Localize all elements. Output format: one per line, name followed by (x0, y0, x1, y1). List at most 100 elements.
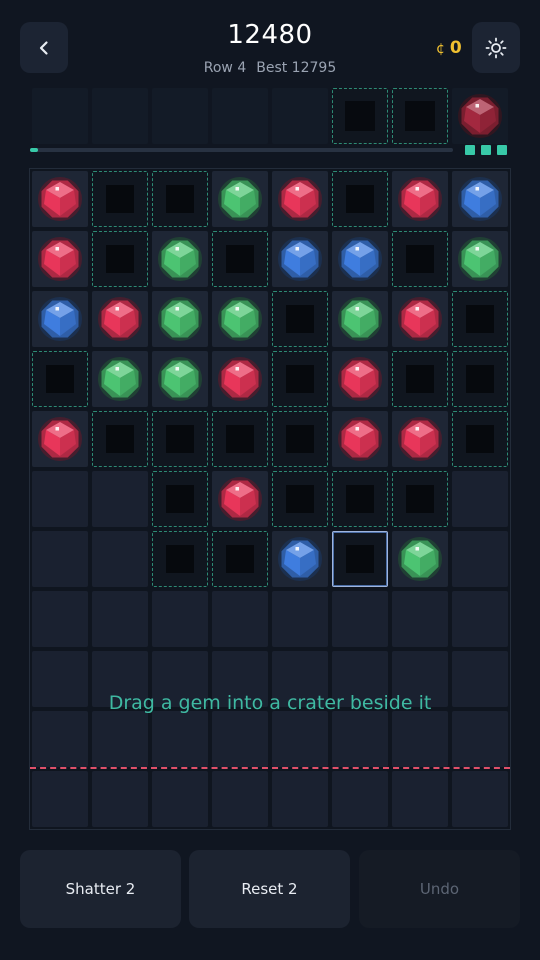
blue-gem-cell[interactable] (452, 171, 508, 227)
red-gem-cell[interactable] (32, 171, 88, 227)
green-gem-icon[interactable] (157, 236, 203, 282)
empty-cell (392, 711, 448, 767)
queue-crater-cell (332, 88, 388, 144)
red-gem-cell[interactable] (272, 171, 328, 227)
crater-cell[interactable] (452, 291, 508, 347)
red-gem-icon[interactable] (337, 356, 383, 402)
green-gem-icon[interactable] (157, 356, 203, 402)
remaining-row-dot (481, 145, 491, 155)
red-gem-icon[interactable] (397, 296, 443, 342)
green-gem-icon[interactable] (97, 356, 143, 402)
crater-cell[interactable] (272, 471, 328, 527)
settings-button[interactable] (472, 22, 520, 73)
crater-cell[interactable] (392, 351, 448, 407)
blue-gem-icon[interactable] (337, 236, 383, 282)
crater-cell[interactable] (152, 531, 208, 587)
queue-empty-cell (212, 88, 268, 144)
red-gem-cell[interactable] (392, 291, 448, 347)
red-gem-cell[interactable] (332, 411, 388, 467)
green-gem-cell[interactable] (92, 351, 148, 407)
crater-cell[interactable] (452, 411, 508, 467)
red-gem-cell[interactable] (32, 231, 88, 287)
red-gem-icon[interactable] (397, 176, 443, 222)
green-gem-icon[interactable] (217, 176, 263, 222)
blue-gem-cell[interactable] (272, 531, 328, 587)
remaining-row-dot (497, 145, 507, 155)
crater-cell[interactable] (152, 411, 208, 467)
red-gem-cell[interactable] (392, 171, 448, 227)
crater-cell[interactable] (152, 171, 208, 227)
green-gem-cell[interactable] (152, 231, 208, 287)
crater-cell[interactable] (392, 231, 448, 287)
green-gem-cell[interactable] (152, 351, 208, 407)
red-gem-icon[interactable] (337, 416, 383, 462)
crater-cell[interactable] (332, 471, 388, 527)
red-gem-icon[interactable] (217, 356, 263, 402)
coin-value: 0 (449, 38, 462, 58)
blue-gem-icon[interactable] (277, 536, 323, 582)
crater-cell[interactable] (212, 411, 268, 467)
empty-cell (452, 471, 508, 527)
remaining-rows-indicator (465, 145, 507, 155)
crater-cell[interactable] (332, 171, 388, 227)
red-gem-cell[interactable] (212, 351, 268, 407)
empty-cell (212, 771, 268, 827)
empty-cell (32, 591, 88, 647)
crater-cell[interactable] (212, 531, 268, 587)
empty-cell (32, 771, 88, 827)
red-gem-cell[interactable] (392, 411, 448, 467)
green-gem-icon[interactable] (337, 296, 383, 342)
green-gem-icon[interactable] (457, 236, 503, 282)
green-gem-cell[interactable] (212, 171, 268, 227)
empty-cell (272, 591, 328, 647)
crater-cell[interactable] (92, 411, 148, 467)
red-gem-icon[interactable] (217, 476, 263, 522)
reset-button[interactable]: Reset 2 (189, 850, 350, 928)
green-gem-cell[interactable] (152, 291, 208, 347)
empty-cell (32, 531, 88, 587)
red-gem-icon[interactable] (37, 236, 83, 282)
shatter-button[interactable]: Shatter 2 (20, 850, 181, 928)
empty-cell (152, 771, 208, 827)
blue-gem-icon[interactable] (277, 236, 323, 282)
blue-gem-cell[interactable] (32, 291, 88, 347)
green-gem-cell[interactable] (452, 231, 508, 287)
red-gem-icon[interactable] (37, 176, 83, 222)
crater-cell[interactable] (92, 171, 148, 227)
crater-cell[interactable] (272, 411, 328, 467)
blue-gem-icon[interactable] (37, 296, 83, 342)
crater-cell[interactable] (152, 471, 208, 527)
crater-cell[interactable] (272, 351, 328, 407)
red-gem-icon[interactable] (277, 176, 323, 222)
red-gem-cell[interactable] (32, 411, 88, 467)
green-gem-cell[interactable] (332, 291, 388, 347)
blue-gem-icon[interactable] (457, 176, 503, 222)
undo-button[interactable]: Undo (359, 850, 520, 928)
score-subtitle: Row 4 Best 12795 (0, 60, 540, 76)
green-gem-icon[interactable] (217, 296, 263, 342)
crater-cell[interactable] (392, 471, 448, 527)
red-gem-icon[interactable] (37, 416, 83, 462)
crater-cell[interactable] (212, 231, 268, 287)
hint-text: Drag a gem into a crater beside it (108, 692, 432, 714)
crater-cell[interactable] (452, 351, 508, 407)
green-gem-icon[interactable] (157, 296, 203, 342)
green-gem-cell[interactable] (392, 531, 448, 587)
crater-cell[interactable] (32, 351, 88, 407)
empty-cell (92, 531, 148, 587)
red-gem-icon[interactable] (397, 416, 443, 462)
green-gem-icon[interactable] (397, 536, 443, 582)
red-gem-cell[interactable] (332, 351, 388, 407)
red-gem-cell[interactable] (212, 471, 268, 527)
coin-icon: ¢ (436, 41, 445, 57)
green-gem-cell[interactable] (212, 291, 268, 347)
blue-gem-cell[interactable] (332, 231, 388, 287)
red-gem-icon[interactable] (97, 296, 143, 342)
crater-cell[interactable] (92, 231, 148, 287)
empty-cell (332, 591, 388, 647)
blue-gem-cell[interactable] (272, 231, 328, 287)
red-gem-cell[interactable] (92, 291, 148, 347)
empty-cell (332, 771, 388, 827)
selected-crater-cell[interactable] (332, 531, 388, 587)
crater-cell[interactable] (272, 291, 328, 347)
